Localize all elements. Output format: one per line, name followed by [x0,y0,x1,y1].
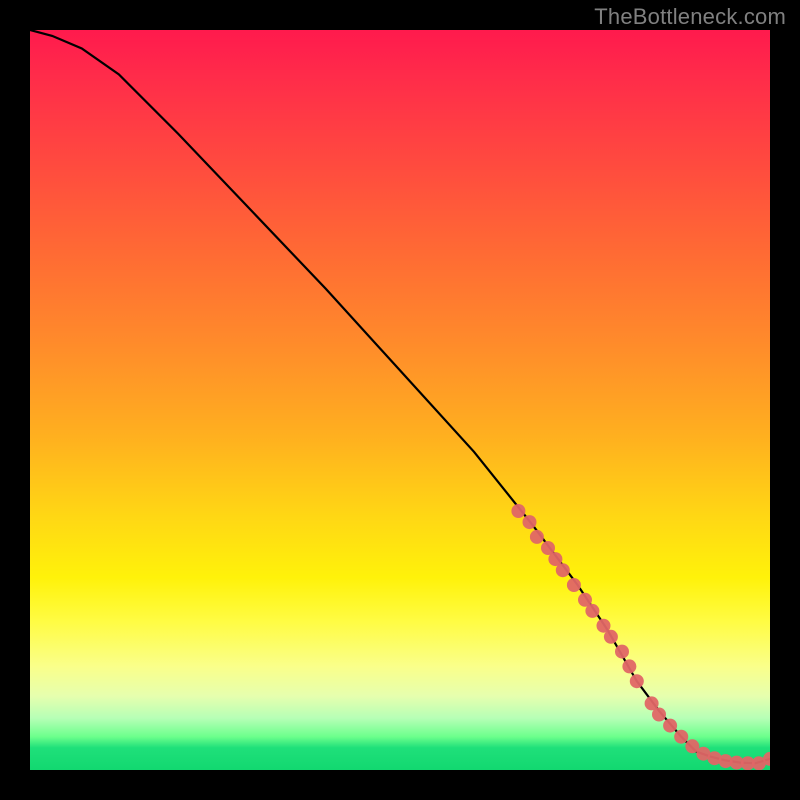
marker-point [604,630,618,644]
marker-point [556,563,570,577]
chart-frame: TheBottleneck.com [0,0,800,800]
bottleneck-curve [30,30,770,763]
marker-point [630,674,644,688]
marker-point [567,578,581,592]
marker-point [585,604,599,618]
marker-point [615,645,629,659]
marker-group [511,504,770,770]
marker-point [530,530,544,544]
marker-point [511,504,525,518]
marker-point [622,659,636,673]
marker-point [523,515,537,529]
marker-point [674,730,688,744]
plot-area [30,30,770,770]
marker-point [652,708,666,722]
marker-point [663,719,677,733]
watermark-text: TheBottleneck.com [594,4,786,30]
plot-svg [30,30,770,770]
